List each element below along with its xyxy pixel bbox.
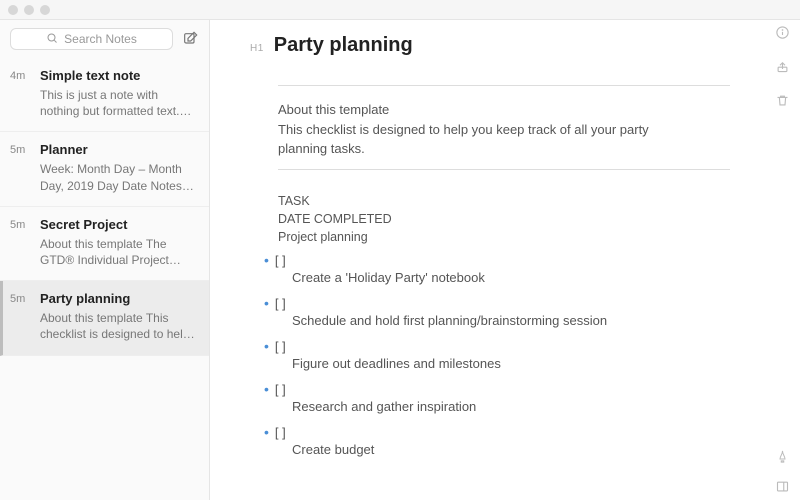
note-time: 5m — [10, 217, 32, 268]
info-icon[interactable] — [774, 24, 790, 40]
search-icon — [46, 32, 58, 47]
note-preview: This is just a note with nothing but for… — [40, 87, 197, 119]
task-checkbox[interactable]: [ ] — [275, 382, 286, 397]
note-item[interactable]: 5m Party planning About this template This… — [0, 281, 209, 355]
pen-icon[interactable] — [774, 448, 790, 464]
note-item[interactable]: 4m Simple text note This is just a note wi… — [0, 58, 209, 132]
close-traffic-light[interactable] — [8, 5, 18, 15]
note-title: Party planning — [40, 291, 197, 306]
bullet-icon: • — [264, 295, 269, 311]
note-title: Secret Project — [40, 217, 197, 232]
divider — [278, 85, 730, 86]
note-time: 4m — [10, 68, 32, 119]
task-label: Research and gather inspiration — [292, 399, 730, 414]
minimize-traffic-light[interactable] — [24, 5, 34, 15]
task-label: Figure out deadlines and milestones — [292, 356, 730, 371]
task-header-task: TASK — [278, 192, 730, 210]
window-titlebar — [0, 0, 800, 20]
task-item[interactable]: • [ ] Figure out deadlines and milestones — [264, 338, 730, 371]
divider — [278, 169, 730, 170]
note-time: 5m — [10, 142, 32, 193]
trash-icon[interactable] — [774, 92, 790, 108]
search-input[interactable]: Search Notes — [10, 28, 173, 50]
note-item[interactable]: 5m Planner Week: Month Day – Month Day, 20… — [0, 132, 209, 206]
note-preview: About this template The GTD® Individual … — [40, 236, 197, 268]
task-checkbox[interactable]: [ ] — [275, 296, 286, 311]
zoom-traffic-light[interactable] — [40, 5, 50, 15]
task-item[interactable]: • [ ] Create a 'Holiday Party' notebook — [264, 252, 730, 285]
note-title: Planner — [40, 142, 197, 157]
note-item[interactable]: 5m Secret Project About this template The … — [0, 207, 209, 281]
editor-pane: H1 Party planning About this template Th… — [210, 20, 800, 500]
bullet-icon: • — [264, 381, 269, 397]
note-time: 5m — [10, 291, 32, 342]
task-item[interactable]: • [ ] Create budget — [264, 424, 730, 457]
note-list: 4m Simple text note This is just a note wi… — [0, 58, 209, 500]
share-icon[interactable] — [774, 58, 790, 74]
compose-button[interactable] — [181, 30, 199, 48]
task-label: Create a 'Holiday Party' notebook — [292, 270, 730, 285]
task-label: Schedule and hold first planning/brainst… — [292, 313, 730, 328]
sidebar: Search Notes 4m Simple text note This is j… — [0, 20, 210, 500]
about-label: About this template — [278, 102, 730, 117]
task-label: Create budget — [292, 442, 730, 457]
task-item[interactable]: • [ ] Research and gather inspiration — [264, 381, 730, 414]
note-preview: Week: Month Day – Month Day, 2019 Day Da… — [40, 161, 197, 193]
bullet-icon: • — [264, 338, 269, 354]
task-item[interactable]: • [ ] Schedule and hold first planning/bra… — [264, 295, 730, 328]
task-checkbox[interactable]: [ ] — [275, 425, 286, 440]
bullet-icon: • — [264, 424, 269, 440]
task-checkbox[interactable]: [ ] — [275, 253, 286, 268]
task-header-date: DATE COMPLETED — [278, 210, 730, 228]
task-header-section: Project planning — [278, 228, 730, 246]
note-preview: About this template This checklist is de… — [40, 310, 197, 342]
bullet-icon: • — [264, 252, 269, 268]
about-text[interactable]: This checklist is designed to help you k… — [278, 121, 668, 159]
sidebar-toggle-icon[interactable] — [774, 478, 790, 494]
note-title: Simple text note — [40, 68, 197, 83]
page-title[interactable]: Party planning — [274, 34, 413, 57]
search-placeholder: Search Notes — [64, 32, 137, 46]
heading-level-tag: H1 — [250, 43, 264, 54]
task-checkbox[interactable]: [ ] — [275, 339, 286, 354]
